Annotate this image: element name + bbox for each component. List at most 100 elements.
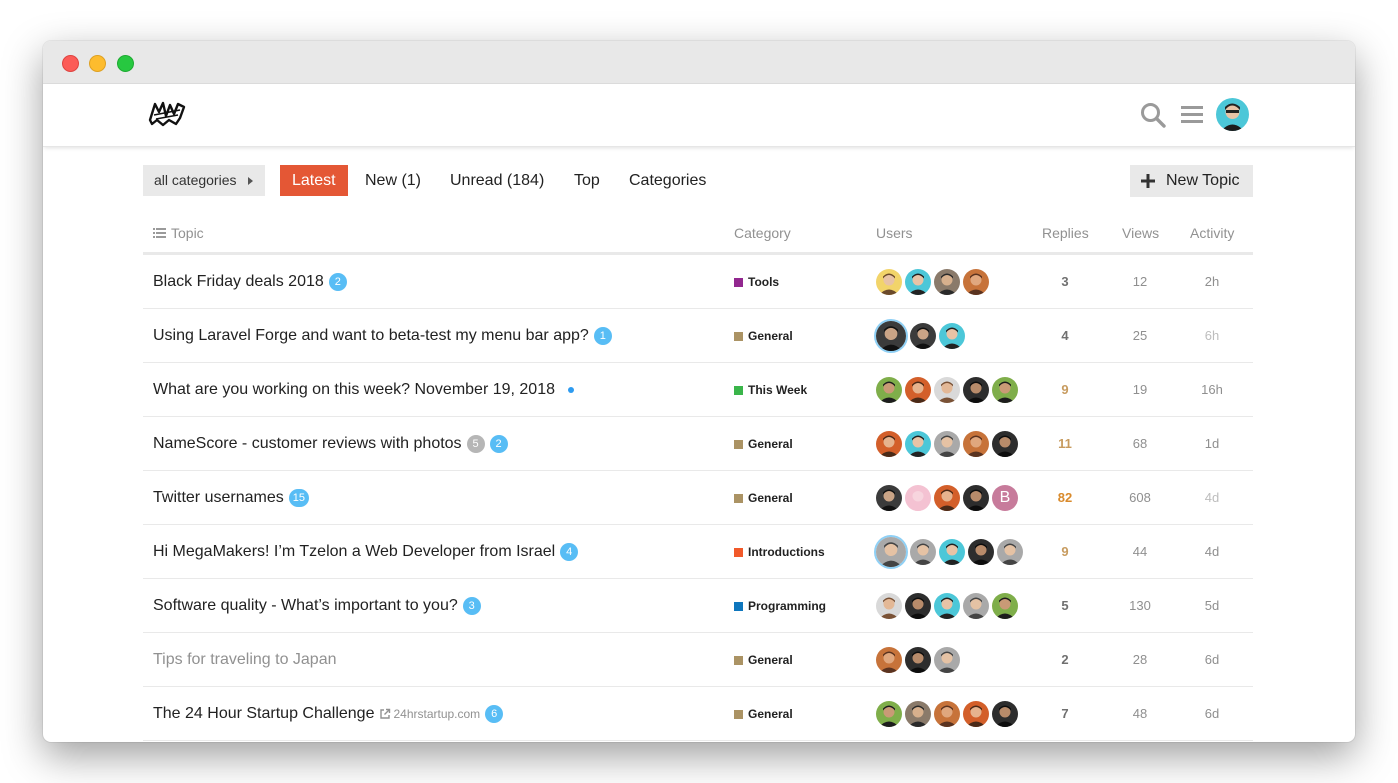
megamaker-logo[interactable] xyxy=(147,98,187,128)
replies-count[interactable]: 4 xyxy=(1035,309,1095,363)
activity-time[interactable]: 6h xyxy=(1182,309,1242,363)
unread-posts-badge[interactable]: 3 xyxy=(462,597,481,615)
user-avatar[interactable] xyxy=(905,377,931,403)
replies-count[interactable]: 82 xyxy=(1035,471,1095,525)
user-avatar[interactable] xyxy=(876,593,902,619)
user-avatar[interactable] xyxy=(968,539,994,565)
tab-unread[interactable]: Unread (184) xyxy=(450,165,544,196)
unread-posts-badge[interactable]: 4 xyxy=(560,543,579,561)
replies-count[interactable]: 3 xyxy=(1035,255,1095,309)
search-icon[interactable] xyxy=(1140,102,1166,128)
topic-category[interactable]: General xyxy=(734,417,793,471)
category-dropdown[interactable]: all categories xyxy=(143,165,265,196)
user-avatar[interactable] xyxy=(876,377,902,403)
user-avatar[interactable] xyxy=(992,701,1018,727)
user-avatar[interactable] xyxy=(934,593,960,619)
user-avatar[interactable] xyxy=(1216,98,1249,131)
replies-count[interactable]: 9 xyxy=(1035,363,1095,417)
topic-title-link[interactable]: What are you working on this week? Novem… xyxy=(153,381,555,399)
user-avatar[interactable] xyxy=(905,431,931,457)
new-topic-button[interactable]: New Topic xyxy=(1130,165,1253,197)
tab-latest[interactable]: Latest xyxy=(280,165,348,196)
topic-category[interactable]: Introductions xyxy=(734,525,825,579)
user-avatar[interactable] xyxy=(876,321,906,351)
user-avatar[interactable] xyxy=(905,593,931,619)
replies-count[interactable]: 2 xyxy=(1035,633,1095,687)
tab-new[interactable]: New (1) xyxy=(365,165,421,196)
topic-row[interactable]: Twitter usernames 15 General B 82 608 4d xyxy=(143,471,1253,525)
user-avatar[interactable] xyxy=(992,593,1018,619)
topic-category[interactable]: This Week xyxy=(734,363,807,417)
header-category[interactable]: Category xyxy=(734,225,791,241)
user-avatar[interactable] xyxy=(910,323,936,349)
user-avatar[interactable] xyxy=(905,647,931,673)
user-avatar[interactable] xyxy=(963,377,989,403)
hamburger-menu-icon[interactable] xyxy=(1181,104,1203,124)
user-avatar[interactable] xyxy=(963,431,989,457)
user-avatar[interactable] xyxy=(876,701,902,727)
topic-category[interactable]: General xyxy=(734,309,793,363)
topic-title-link[interactable]: Software quality - What’s important to y… xyxy=(153,597,458,615)
replies-count[interactable]: 7 xyxy=(1035,687,1095,741)
topic-category[interactable]: Programming xyxy=(734,579,826,633)
user-avatar[interactable] xyxy=(992,431,1018,457)
topic-row[interactable]: Tips for traveling to Japan General 2 28 6d xyxy=(143,633,1253,687)
unread-posts-badge[interactable]: 1 xyxy=(593,327,612,345)
unread-posts-badge[interactable]: 2 xyxy=(489,435,508,453)
header-views[interactable]: Views xyxy=(1122,225,1159,241)
topic-row[interactable]: Software quality - What’s important to y… xyxy=(143,579,1253,633)
activity-time[interactable]: 6d xyxy=(1182,633,1242,687)
user-avatar[interactable] xyxy=(905,269,931,295)
unread-posts-badge[interactable]: 2 xyxy=(328,273,347,291)
user-avatar[interactable] xyxy=(934,485,960,511)
user-avatar[interactable] xyxy=(963,701,989,727)
user-avatar[interactable] xyxy=(876,269,902,295)
topic-title-link[interactable]: Using Laravel Forge and want to beta-tes… xyxy=(153,327,589,345)
topic-row[interactable]: Hi MegaMakers! I’m Tzelon a Web Develope… xyxy=(143,525,1253,579)
topic-title-link[interactable]: NameScore - customer reviews with photos xyxy=(153,435,462,453)
user-avatar[interactable] xyxy=(876,485,902,511)
user-avatar[interactable] xyxy=(934,647,960,673)
topic-row[interactable]: What are you working on this week? Novem… xyxy=(143,363,1253,417)
unread-posts-badge[interactable]: 6 xyxy=(485,705,504,723)
activity-time[interactable]: 2h xyxy=(1182,255,1242,309)
user-avatar[interactable]: B xyxy=(992,485,1018,511)
user-avatar[interactable] xyxy=(905,485,931,511)
unread-posts-badge[interactable]: 15 xyxy=(288,489,309,507)
tab-categories[interactable]: Categories xyxy=(629,165,706,196)
user-avatar[interactable] xyxy=(934,701,960,727)
replies-count[interactable]: 9 xyxy=(1035,525,1095,579)
user-avatar[interactable] xyxy=(905,701,931,727)
replies-count[interactable]: 11 xyxy=(1035,417,1095,471)
user-avatar[interactable] xyxy=(992,377,1018,403)
topic-category[interactable]: General xyxy=(734,471,793,525)
user-avatar[interactable] xyxy=(939,539,965,565)
activity-time[interactable]: 16h xyxy=(1182,363,1242,417)
activity-time[interactable]: 4d xyxy=(1182,471,1242,525)
activity-time[interactable]: 4d xyxy=(1182,525,1242,579)
user-avatar[interactable] xyxy=(963,593,989,619)
topic-title-link[interactable]: The 24 Hour Startup Challenge xyxy=(153,705,374,723)
user-avatar[interactable] xyxy=(939,323,965,349)
topic-row[interactable]: Using Laravel Forge and want to beta-tes… xyxy=(143,309,1253,363)
user-avatar[interactable] xyxy=(963,485,989,511)
user-avatar[interactable] xyxy=(963,269,989,295)
topic-row[interactable]: The 24 Hour Startup Challenge 24hrstartup… xyxy=(143,687,1253,741)
user-avatar[interactable] xyxy=(934,431,960,457)
topic-row[interactable]: NameScore - customer reviews with photos… xyxy=(143,417,1253,471)
replies-count[interactable]: 5 xyxy=(1035,579,1095,633)
header-activity[interactable]: Activity xyxy=(1190,225,1234,241)
tab-top[interactable]: Top xyxy=(574,165,600,196)
zoom-window-button[interactable] xyxy=(117,55,134,72)
topic-row[interactable]: Black Friday deals 2018 2 Tools 3 12 2h xyxy=(143,255,1253,309)
user-avatar[interactable] xyxy=(910,539,936,565)
external-link[interactable]: 24hrstartup.com xyxy=(379,707,480,721)
topic-category[interactable]: General xyxy=(734,687,793,741)
user-avatar[interactable] xyxy=(934,377,960,403)
activity-time[interactable]: 1d xyxy=(1182,417,1242,471)
header-topic[interactable]: Topic xyxy=(153,225,204,241)
close-window-button[interactable] xyxy=(62,55,79,72)
user-avatar[interactable] xyxy=(876,431,902,457)
activity-time[interactable]: 5d xyxy=(1182,579,1242,633)
read-posts-badge[interactable]: 5 xyxy=(466,435,485,453)
